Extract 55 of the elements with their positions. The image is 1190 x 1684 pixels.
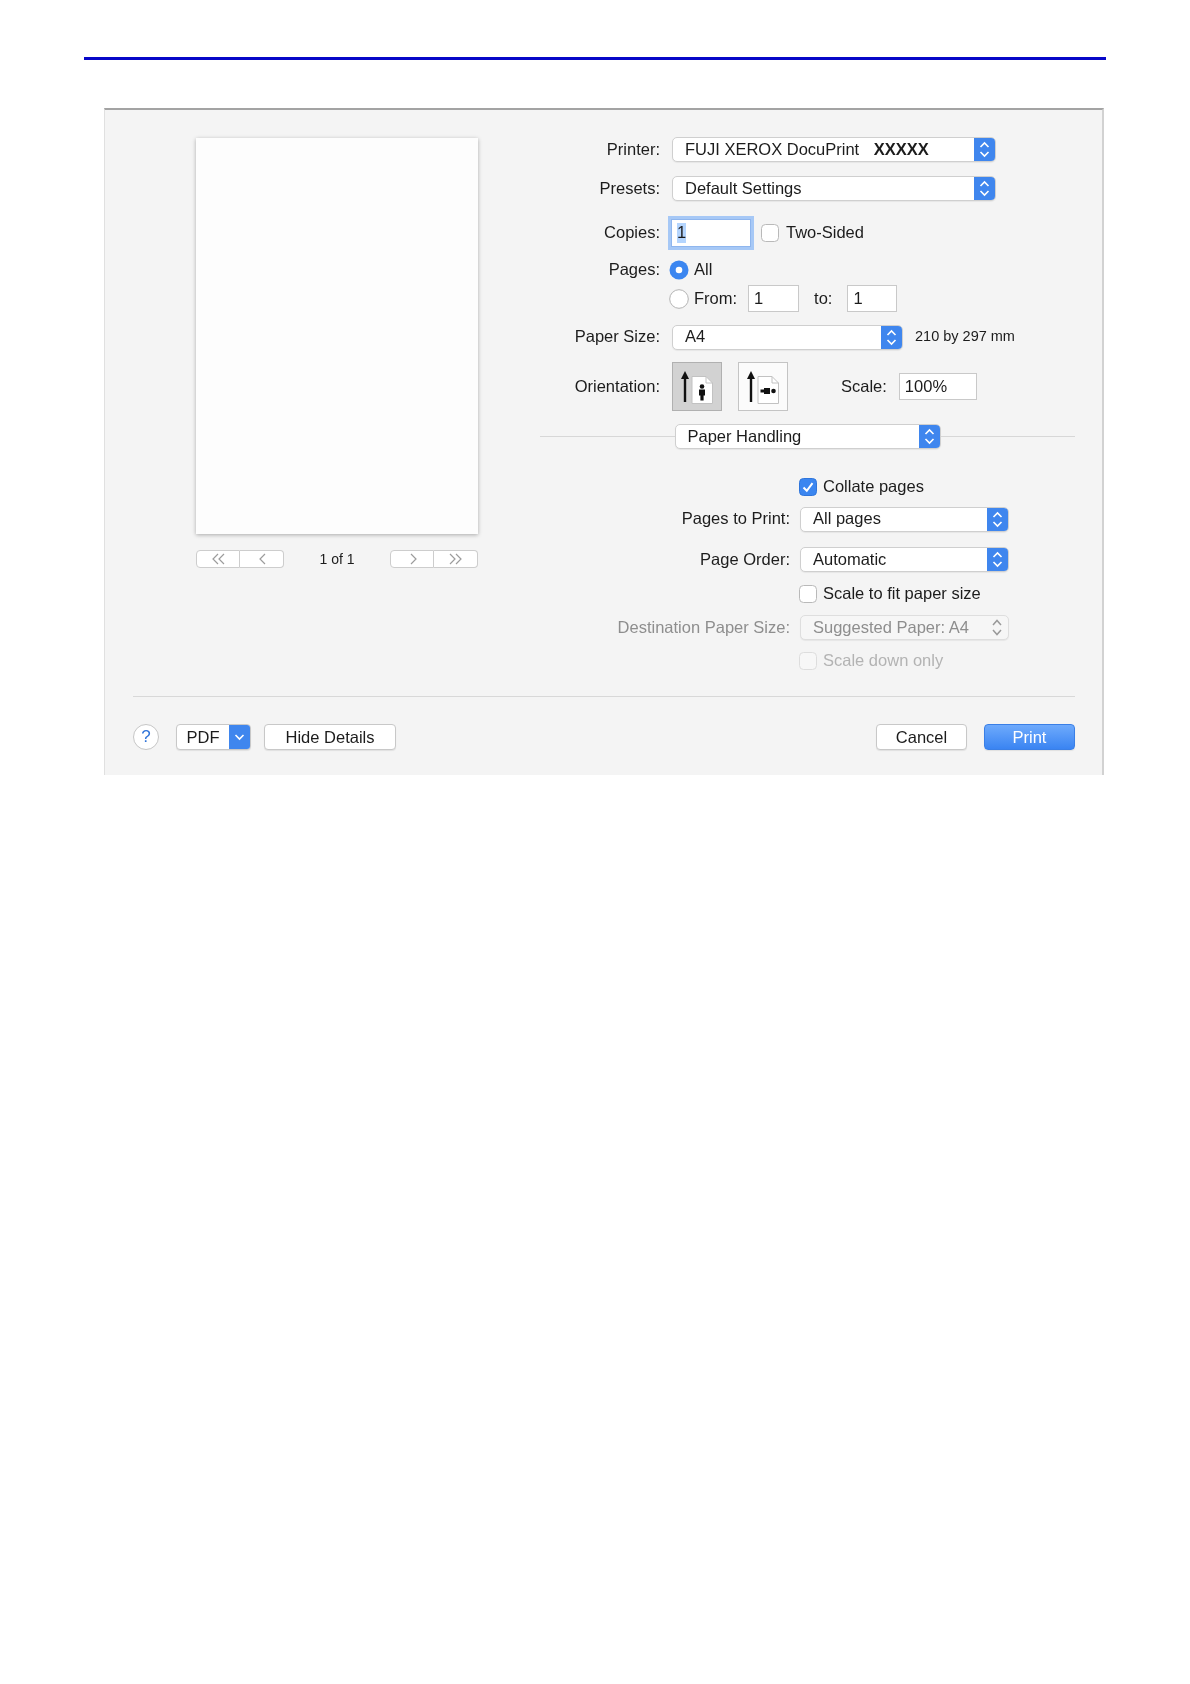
field-label: Copies: — [603, 223, 660, 243]
option-dropdown[interactable]: All pages — [800, 506, 1009, 532]
up-down-chevron-icon — [987, 507, 1008, 531]
orientation-button[interactable] — [672, 362, 722, 411]
field-label: Pages: — [607, 260, 660, 280]
orientation-button[interactable] — [738, 362, 788, 411]
to-page-field[interactable]: 1 — [847, 285, 898, 312]
radio-button[interactable] — [669, 288, 689, 309]
up-down-chevron-icon — [992, 619, 1002, 636]
copies-field[interactable]: 1 — [671, 219, 751, 247]
option-dropdown: Suggested Paper: A4 — [800, 615, 1009, 640]
field-label: Page Order: — [699, 549, 790, 570]
field-label: to: — [814, 288, 833, 309]
up-down-chevron-icon — [881, 325, 902, 349]
field-label: Presets: — [598, 178, 660, 199]
checkbox[interactable] — [799, 585, 817, 603]
chevron-down-icon — [229, 725, 250, 749]
checkbox-label: Scale down only — [823, 651, 944, 671]
cancel-button[interactable]: Cancel — [876, 724, 967, 750]
page-indicator: 1 of 1 — [319, 550, 355, 568]
checkbox-label[interactable]: Collate pages — [823, 477, 924, 497]
last-page-button[interactable] — [434, 550, 478, 568]
field-label: Pages to Print: — [680, 509, 790, 529]
scale-field[interactable]: 100% — [898, 373, 977, 400]
paper-size-dropdown[interactable]: A4 — [672, 324, 903, 350]
radio-label[interactable]: From: — [694, 288, 738, 309]
radio-label[interactable]: All — [694, 260, 713, 280]
double-chevron-right-icon — [447, 553, 464, 565]
radio-button[interactable] — [669, 260, 689, 280]
help-button[interactable]: ? — [133, 724, 159, 750]
double-chevron-left-icon — [210, 553, 226, 565]
printer-dropdown[interactable]: FUJI XEROX DocuPrint XXXXX — [672, 137, 996, 162]
field-label: Printer: — [605, 139, 660, 160]
option-dropdown[interactable]: Automatic — [800, 547, 1009, 572]
field-label: Scale: — [841, 376, 887, 397]
previous-page-button[interactable] — [240, 550, 284, 568]
section-dropdown[interactable]: Paper Handling — [674, 424, 941, 449]
checkbox[interactable] — [799, 478, 817, 496]
pdf-menu-button[interactable]: PDF — [176, 724, 251, 750]
first-page-button[interactable] — [196, 550, 240, 568]
up-down-chevron-icon — [974, 138, 995, 161]
field-label: Paper Size: — [573, 327, 660, 347]
checkbox-label[interactable]: Two-Sided — [786, 223, 864, 243]
paper-dimensions: 210 by 297 mm — [915, 328, 1015, 346]
checkbox[interactable] — [761, 224, 779, 242]
field-label: Orientation: — [573, 376, 660, 397]
up-down-chevron-icon — [974, 177, 995, 200]
up-down-chevron-icon — [987, 548, 1008, 571]
field-label: Destination Paper Size: — [616, 617, 790, 638]
up-down-chevron-icon — [918, 425, 940, 448]
hide-details-button[interactable]: Hide Details — [264, 724, 396, 750]
checkbox-label[interactable]: Scale to fit paper size — [823, 584, 981, 604]
from-page-field[interactable]: 1 — [748, 285, 800, 312]
presets-dropdown[interactable]: Default Settings — [672, 176, 996, 201]
next-page-button[interactable] — [390, 550, 434, 568]
